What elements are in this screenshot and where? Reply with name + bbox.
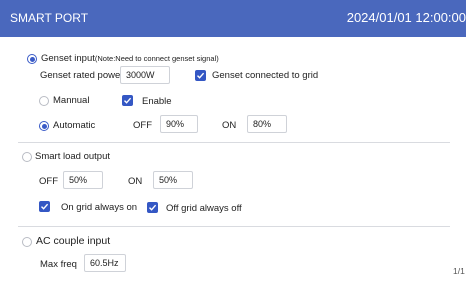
app-header: SMART PORT 2024/01/01 12:00:00 (0, 0, 466, 37)
genset-connected-grid-checkbox[interactable] (195, 70, 206, 81)
genset-on-input[interactable]: 80% (247, 115, 287, 133)
genset-input-label: Genset input(Note:Need to connect genset… (41, 53, 219, 64)
genset-input-radio[interactable] (27, 54, 37, 64)
rated-power-input[interactable]: 3000W (120, 66, 170, 84)
rated-power-label: Genset rated power (40, 70, 124, 81)
on-grid-always-on-checkbox[interactable] (39, 201, 50, 212)
genset-off-input[interactable]: 90% (160, 115, 198, 133)
off-grid-always-off-checkbox[interactable] (147, 202, 158, 213)
divider (18, 142, 450, 143)
off-grid-always-off-label: Off grid always off (166, 203, 242, 214)
max-freq-input[interactable]: 60.5Hz (84, 254, 126, 272)
on-grid-always-on-label: On grid always on (61, 202, 138, 213)
manual-radio[interactable] (39, 96, 49, 106)
smart-load-off-input[interactable]: 50% (63, 171, 103, 189)
checkmark-icon (124, 97, 132, 104)
enable-checkbox[interactable] (122, 95, 133, 106)
checkmark-icon (197, 72, 205, 79)
genset-on-label: ON (222, 120, 237, 131)
smart-load-off-label: OFF (39, 176, 58, 187)
datetime-display: 2024/01/01 12:00:00 (346, 10, 466, 25)
max-freq-label: Max freq (40, 259, 77, 270)
genset-off-label: OFF (133, 120, 152, 131)
enable-label: Enable (142, 96, 172, 107)
genset-note: (Note:Need to connect genset signal) (94, 54, 219, 63)
automatic-radio[interactable] (39, 121, 49, 131)
automatic-label: Automatic (53, 120, 96, 131)
smart-load-label: Smart load output (35, 151, 110, 162)
app-title: SMART PORT (10, 11, 89, 25)
smart-load-on-label: ON (128, 176, 143, 187)
smart-load-on-input[interactable]: 50% (153, 171, 193, 189)
ac-couple-radio[interactable] (22, 237, 32, 247)
checkmark-icon (41, 203, 49, 210)
smart-load-radio[interactable] (22, 152, 32, 162)
page-indicator: 1/1 (453, 266, 465, 276)
divider (18, 226, 450, 227)
genset-connected-grid-label: Genset connected to grid (212, 70, 319, 81)
manual-label: Mannual (53, 95, 90, 106)
ac-couple-label: AC couple input (36, 235, 111, 247)
checkmark-icon (149, 204, 157, 211)
genset-input-text: Genset input (41, 53, 95, 64)
